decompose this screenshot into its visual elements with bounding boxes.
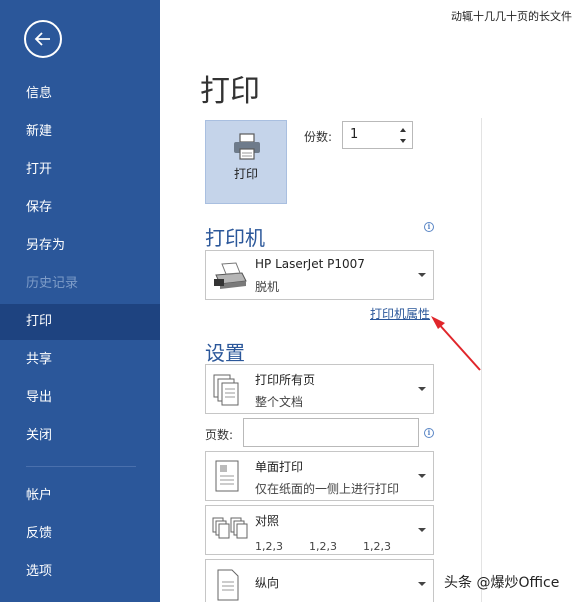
copies-stepper[interactable]: 1 [342, 121, 413, 149]
collate-label: 对照 [255, 514, 280, 528]
dropdown-arrow-icon [418, 582, 426, 586]
printer-properties-link[interactable]: 打印机属性 [370, 305, 430, 322]
document-title: 动辄十几几十页的长文件 [451, 10, 572, 23]
sidebar-item-share[interactable]: 共享 [0, 342, 160, 378]
info-icon[interactable]: i [424, 428, 434, 438]
sidebar-item-history: 历史记录 [26, 276, 79, 291]
print-button-label: 打印 [233, 167, 258, 181]
sidebar-item-export[interactable]: 导出 [0, 380, 160, 416]
printer-name: HP LaserJet P1007 [255, 257, 365, 271]
orientation-dropdown[interactable]: 纵向 [205, 559, 434, 602]
backstage-view: 信息 新建 打开 保存 另存为 历史记录 打印 共享 导出 关闭 帐户 反馈 选… [0, 0, 577, 602]
sidebar-item-save-as[interactable]: 另存为 [0, 228, 160, 264]
printer-section-title: 打印机 [205, 226, 265, 250]
backstage-sidebar: 信息 新建 打开 保存 另存为 历史记录 打印 共享 导出 关闭 帐户 反馈 选… [0, 0, 160, 602]
collate-sequence: 1,2,3 1,2,3 1,2,3 [255, 540, 417, 553]
collate-icon [212, 517, 248, 539]
copies-label: 份数: [304, 130, 333, 144]
sidebar-item-close[interactable]: 关闭 [0, 418, 160, 454]
pages-input[interactable] [243, 418, 419, 447]
print-range-sub: 整个文档 [255, 395, 304, 409]
print-range-label: 打印所有页 [255, 373, 316, 387]
sidebar-item-account[interactable]: 帐户 [0, 478, 160, 514]
copies-value: 1 [350, 127, 359, 142]
collate-seq-item: 1,2,3 [309, 540, 337, 553]
info-icon[interactable]: i [424, 222, 434, 232]
all-pages-icon [213, 374, 239, 406]
sides-label: 单面打印 [255, 460, 304, 474]
chevron-down-icon[interactable] [398, 136, 408, 146]
sidebar-item-info[interactable]: 信息 [0, 76, 160, 112]
sidebar-item-options[interactable]: 选项 [0, 554, 160, 590]
back-arrow-icon [34, 32, 50, 46]
printer-device-icon [214, 262, 247, 289]
single-sided-icon [215, 460, 239, 492]
page-title: 打印 [200, 74, 260, 109]
sidebar-item-new[interactable]: 新建 [0, 114, 160, 150]
print-range-dropdown[interactable]: 打印所有页 整个文档 [205, 364, 434, 414]
watermark: 头条 @爆炒Office [444, 575, 560, 591]
dropdown-arrow-icon [418, 474, 426, 478]
printer-status: 脱机 [255, 280, 280, 294]
back-button[interactable] [24, 20, 62, 58]
print-button[interactable]: 打印 [205, 120, 287, 204]
dropdown-arrow-icon [418, 387, 426, 391]
dropdown-arrow-icon [418, 528, 426, 532]
printer-icon [234, 133, 260, 160]
collate-seq-item: 1,2,3 [363, 540, 391, 553]
printer-dropdown[interactable]: HP LaserJet P1007 脱机 [205, 250, 434, 300]
settings-section-title: 设置 [205, 341, 245, 365]
chevron-up-icon[interactable] [398, 125, 408, 135]
sides-dropdown[interactable]: 单面打印 仅在纸面的一侧上进行打印 [205, 451, 434, 501]
portrait-icon [217, 569, 239, 601]
sidebar-divider [26, 466, 136, 467]
annotation-arrow [431, 316, 481, 371]
sides-sub: 仅在纸面的一侧上进行打印 [255, 482, 400, 496]
collate-dropdown[interactable]: 对照 1,2,3 1,2,3 1,2,3 [205, 505, 434, 555]
sidebar-item-print[interactable]: 打印 [0, 304, 160, 340]
orientation-label: 纵向 [255, 576, 280, 590]
dropdown-arrow-icon [418, 273, 426, 277]
sidebar-item-open[interactable]: 打开 [0, 152, 160, 188]
collate-seq-item: 1,2,3 [255, 540, 283, 553]
pages-label: 页数: [205, 428, 234, 442]
sidebar-item-save[interactable]: 保存 [0, 190, 160, 226]
sidebar-item-feedback[interactable]: 反馈 [0, 516, 160, 552]
